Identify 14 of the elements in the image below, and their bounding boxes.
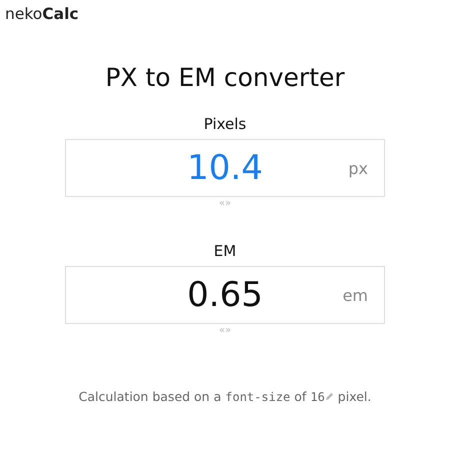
note-text: Calculation based on a [78,389,222,404]
page-title: PX to EM converter [105,62,345,94]
input-field[interactable]: 10.4 px [65,139,385,197]
field-label: Pixels [204,114,246,134]
note-text: pixel. [338,389,372,404]
note-text: of [294,389,306,404]
logo[interactable]: nekoCalc [5,4,79,24]
unit-label: px [348,158,368,178]
code-text: font-size [225,390,290,404]
font-size-value[interactable]: 16 [310,390,325,404]
input-field[interactable]: 0.65 em [65,266,385,324]
unit-label: em [342,286,368,304]
pencil-icon[interactable] [324,392,334,401]
field-label: EM [214,241,236,261]
